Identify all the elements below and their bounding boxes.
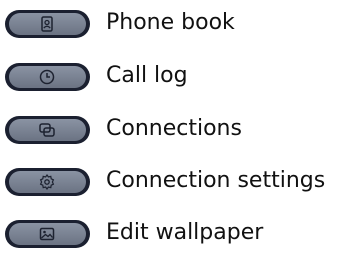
menu-item-label: Phone book bbox=[106, 10, 235, 35]
call-log-button[interactable] bbox=[5, 63, 90, 91]
connection-settings-button[interactable] bbox=[5, 168, 90, 196]
menu-item-label: Connections bbox=[106, 116, 242, 141]
menu-item-call-log[interactable]: Call log bbox=[0, 55, 348, 99]
settings-gear-icon bbox=[39, 173, 55, 191]
menu-item-label: Connection settings bbox=[106, 168, 326, 193]
phone-book-button[interactable] bbox=[5, 10, 90, 38]
call-log-icon bbox=[39, 69, 55, 85]
menu-item-connections[interactable]: Connections bbox=[0, 108, 348, 152]
menu-item-label: Call log bbox=[106, 63, 188, 88]
menu-list: Phone book Call log Connections Connecti… bbox=[0, 0, 348, 248]
phone-book-icon bbox=[41, 16, 53, 32]
connections-button[interactable] bbox=[5, 116, 90, 144]
menu-item-label: Edit wallpaper bbox=[106, 220, 264, 245]
menu-item-phone-book[interactable]: Phone book bbox=[0, 2, 348, 46]
wallpaper-icon bbox=[39, 227, 55, 241]
menu-item-edit-wallpaper[interactable]: Edit wallpaper bbox=[0, 212, 348, 256]
connections-icon bbox=[39, 123, 55, 137]
menu-item-connection-settings[interactable]: Connection settings bbox=[0, 160, 348, 204]
